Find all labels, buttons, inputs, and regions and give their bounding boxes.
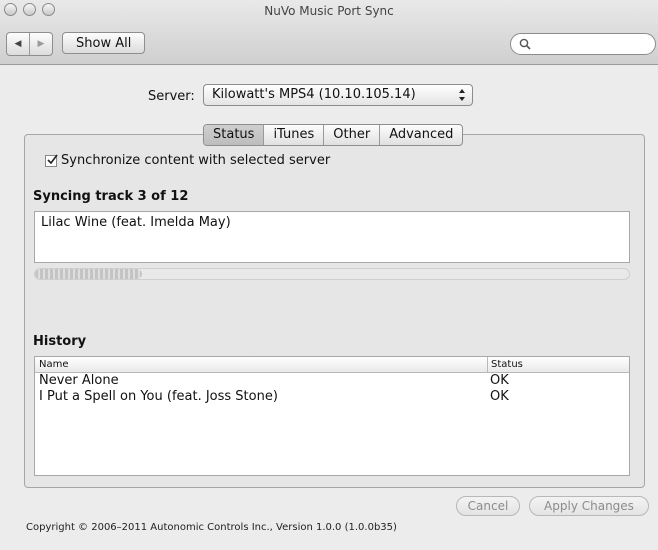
checkbox-icon[interactable] — [45, 154, 58, 167]
column-header-status[interactable]: Status — [488, 357, 523, 372]
right-triangle-icon: ▶ — [37, 39, 45, 49]
forward-button[interactable]: ▶ — [29, 33, 52, 55]
up-down-arrows-icon — [459, 89, 465, 101]
server-select-value: Kilowatt's MPS4 (10.10.105.14) — [212, 87, 416, 102]
tab-advanced[interactable]: Advanced — [379, 125, 462, 145]
table-row[interactable]: I Put a Spell on You (feat. Joss Stone) … — [35, 389, 629, 405]
title-bar: NuVo Music Port Sync ◀ ▶ Show All — [0, 0, 658, 65]
back-forward-control: ◀ ▶ — [6, 32, 53, 56]
history-table[interactable]: Name Status Never Alone OK I Put a Spell… — [34, 356, 630, 476]
cancel-button[interactable]: Cancel — [456, 496, 520, 516]
history-row-name: I Put a Spell on You (feat. Joss Stone) — [39, 389, 278, 404]
back-button[interactable]: ◀ — [7, 33, 29, 55]
window-title: NuVo Music Port Sync — [264, 4, 394, 18]
left-triangle-icon: ◀ — [14, 39, 22, 49]
search-field[interactable] — [510, 33, 656, 55]
history-row-status: OK — [490, 373, 509, 388]
server-label: Server: — [148, 89, 195, 104]
tab-status[interactable]: Status — [204, 125, 264, 145]
history-row-name: Never Alone — [39, 373, 119, 388]
synchronize-checkbox-label: Synchronize content with selected server — [61, 153, 331, 168]
history-table-header: Name Status — [35, 357, 629, 373]
apply-changes-button[interactable]: Apply Changes — [529, 496, 649, 516]
sync-progress-fill — [35, 269, 142, 279]
server-select[interactable]: Kilowatt's MPS4 (10.10.105.14) — [203, 84, 473, 106]
history-heading: History — [33, 334, 87, 349]
show-all-button[interactable]: Show All — [62, 32, 146, 54]
history-row-status: OK — [490, 389, 509, 404]
column-header-name[interactable]: Name — [35, 357, 488, 372]
tab-bar: Status iTunes Other Advanced — [203, 124, 464, 146]
preferences-window: NuVo Music Port Sync ◀ ▶ Show All Server… — [0, 0, 658, 550]
current-track-text: Lilac Wine (feat. Imelda May) — [41, 215, 231, 230]
syncing-status-heading: Syncing track 3 of 12 — [33, 189, 189, 204]
sync-progress-bar — [34, 268, 630, 280]
tab-other[interactable]: Other — [323, 125, 379, 145]
current-track-field: Lilac Wine (feat. Imelda May) — [34, 211, 630, 263]
tab-itunes[interactable]: iTunes — [263, 125, 323, 145]
checkmark-icon — [47, 154, 58, 164]
synchronize-checkbox[interactable]: Synchronize content with selected server — [45, 153, 330, 168]
table-row[interactable]: Never Alone OK — [35, 373, 629, 389]
copyright-text: Copyright © 2006–2011 Autonomic Controls… — [26, 522, 397, 533]
search-icon — [519, 38, 531, 50]
